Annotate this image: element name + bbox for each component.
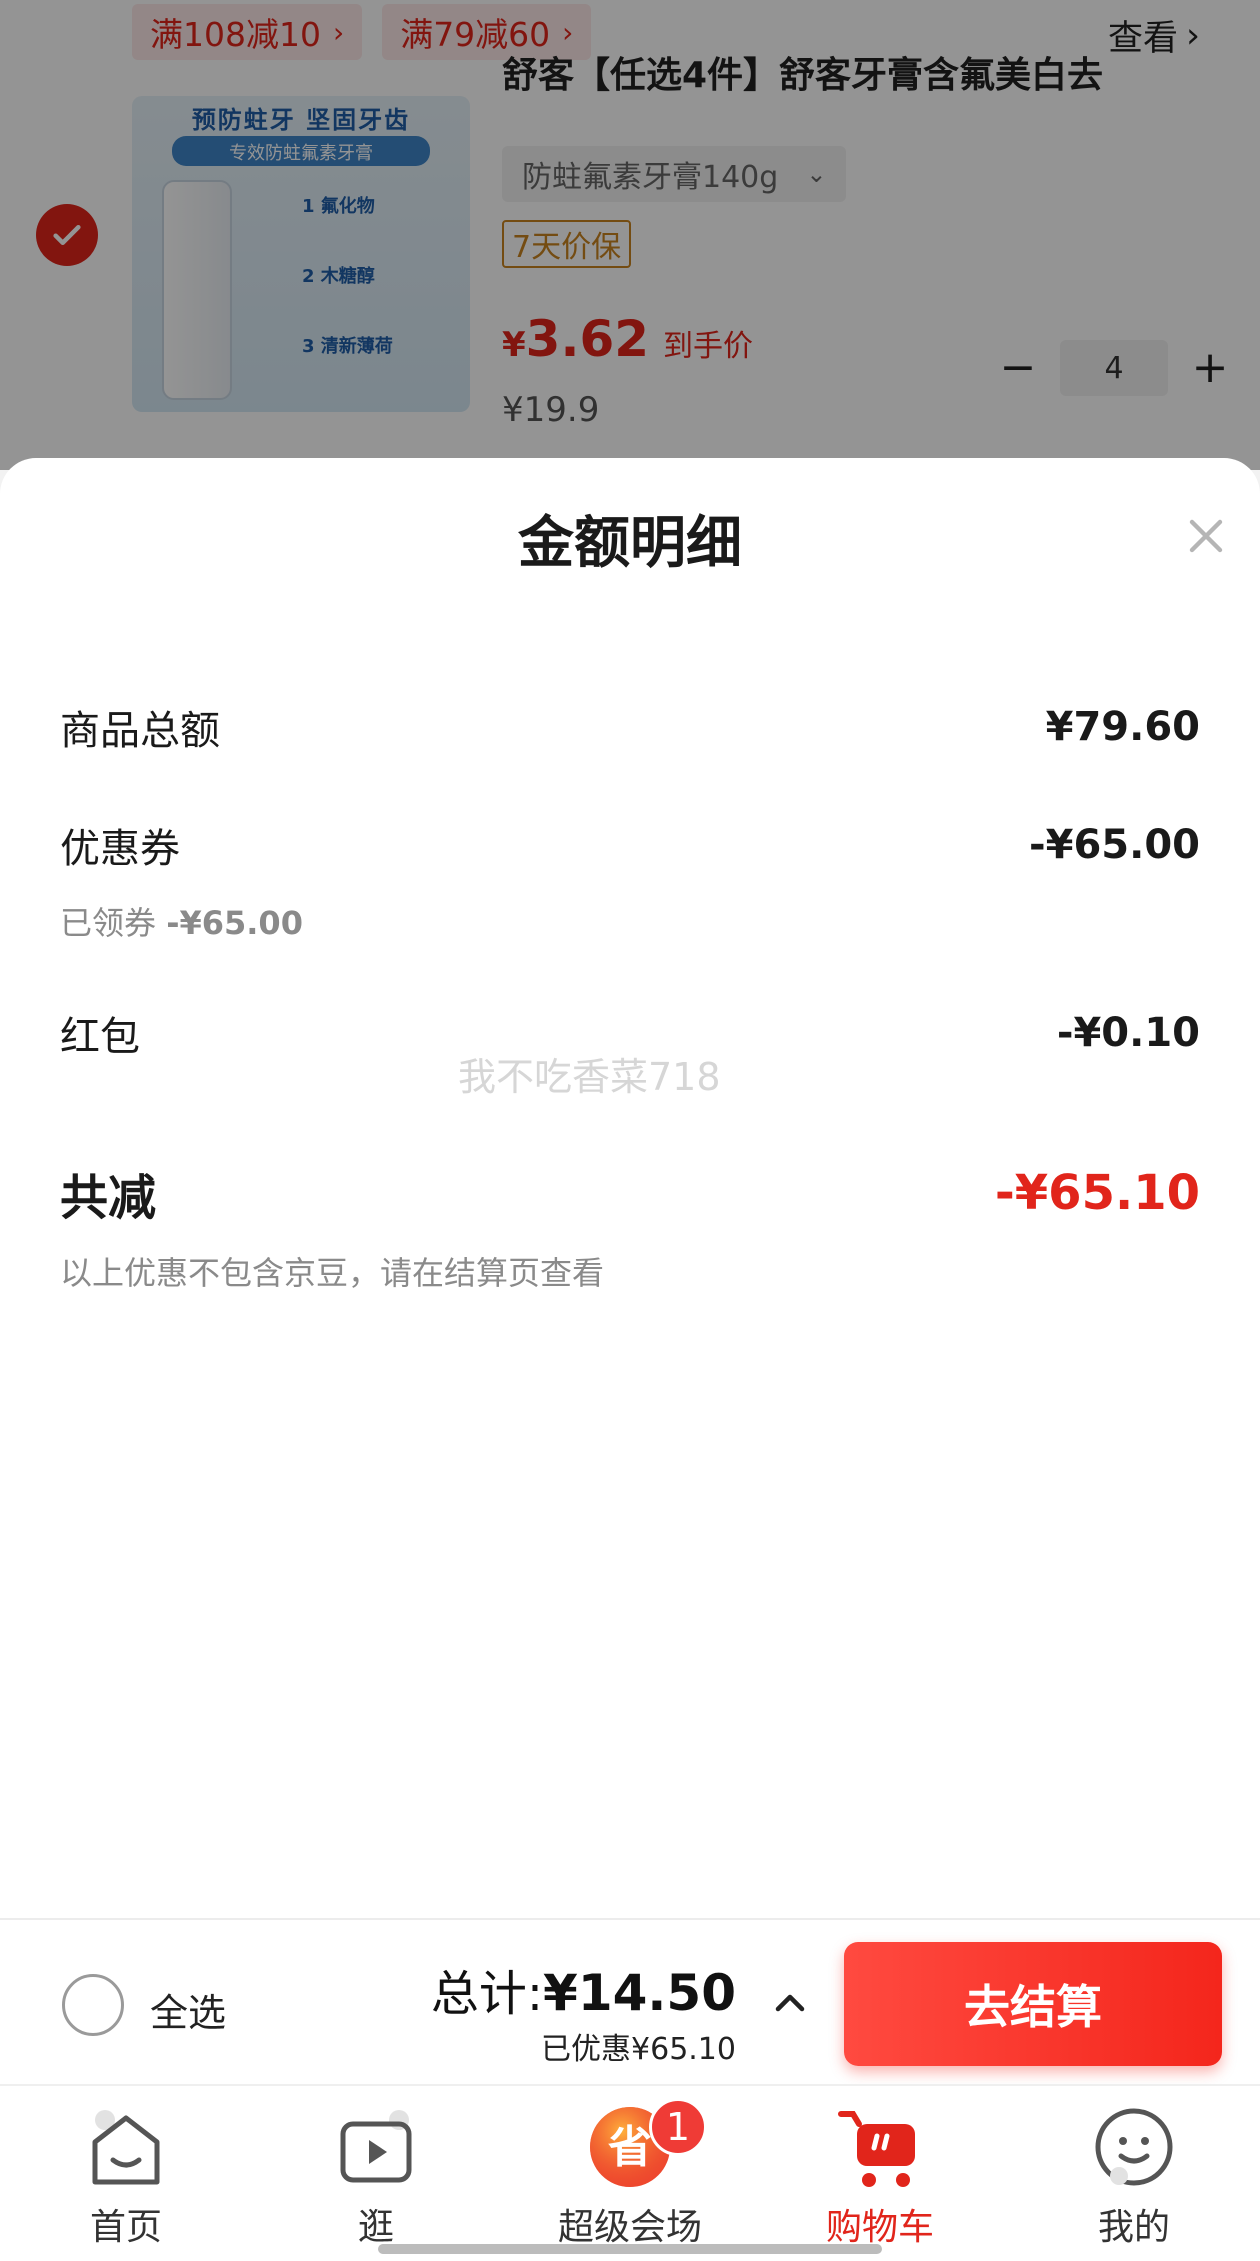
super-venue-icon-wrap: 省 1 [587, 2098, 707, 2190]
chevron-up-icon[interactable] [772, 1988, 808, 2018]
modal-backdrop[interactable] [0, 0, 1260, 470]
nav-label: 我的 [1097, 2207, 1170, 2248]
cart-icon [838, 2111, 915, 2187]
goods-total-label: 商品总额 [60, 708, 220, 754]
checkout-bar: 全选 总计:¥14.50 已优惠¥65.10 去结算 [0, 1918, 1260, 2084]
nav-label: 逛 [357, 2207, 394, 2248]
nav-item-home[interactable]: 首页 [26, 2104, 226, 2254]
home-icon [92, 2110, 160, 2185]
total-reduce-label: 共减 [60, 1170, 157, 1226]
goods-total-row: 商品总额 ¥79.60 [60, 698, 1200, 756]
coupon-label: 优惠券 [60, 826, 180, 872]
red-packet-label: 红包 [60, 1014, 140, 1060]
saved-amount: 已优惠¥65.10 [541, 2032, 736, 2067]
total-value: ¥14.50 [543, 1964, 736, 2022]
video-icon [340, 2110, 412, 2183]
coupon-row: 优惠券 -¥65.00 [60, 816, 1200, 874]
nav-label: 首页 [89, 2207, 162, 2248]
nav-item-profile[interactable]: 我的 [1034, 2104, 1234, 2254]
nav-badge: 1 [649, 2098, 707, 2156]
total-prefix: 总计: [430, 1966, 544, 2022]
coupon-note-prefix: 已领券 [60, 904, 157, 942]
coupon-note: 已领券 -¥65.00 [60, 898, 303, 944]
total-amount: 总计:¥14.50 [431, 1954, 736, 2024]
nav-item-super-venue[interactable]: 省 1 超级会场 [530, 2098, 730, 2254]
footnote: 以上优惠不包含京豆，请在结算页查看 [60, 1254, 605, 1292]
svg-text:省: 省 [608, 2122, 652, 2173]
bottom-nav: 首页 逛 省 1 超级会场 购物车 我的 [0, 2084, 1260, 2261]
nav-label: 超级会场 [557, 2207, 702, 2248]
watermark: 我不吃香菜718 [458, 1055, 721, 1099]
nav-item-browse[interactable]: 逛 [276, 2104, 476, 2254]
profile-icon [1095, 2108, 1173, 2186]
select-all-radio[interactable] [62, 1974, 124, 2036]
total-reduce-row: 共减 -¥65.10 [60, 1158, 1200, 1228]
home-indicator[interactable] [378, 2244, 882, 2254]
amount-detail-sheet: 金额明细 商品总额 ¥79.60 优惠券 -¥65.00 已领券 -¥65.00… [0, 458, 1260, 1918]
sheet-title: 金额明细 [518, 511, 742, 576]
red-packet-value: -¥0.10 [1056, 1010, 1200, 1056]
select-all-label[interactable]: 全选 [150, 1982, 226, 2037]
checkout-button[interactable]: 去结算 [844, 1942, 1222, 2066]
close-icon[interactable] [1182, 512, 1230, 560]
goods-total-value: ¥79.60 [1045, 704, 1200, 750]
coupon-note-value: -¥65.00 [166, 904, 303, 942]
nav-item-cart[interactable]: 购物车 [780, 2104, 980, 2254]
total-reduce-value: -¥65.10 [994, 1165, 1200, 1221]
coupon-value: -¥65.00 [1029, 822, 1200, 868]
nav-label: 购物车 [825, 2207, 934, 2248]
